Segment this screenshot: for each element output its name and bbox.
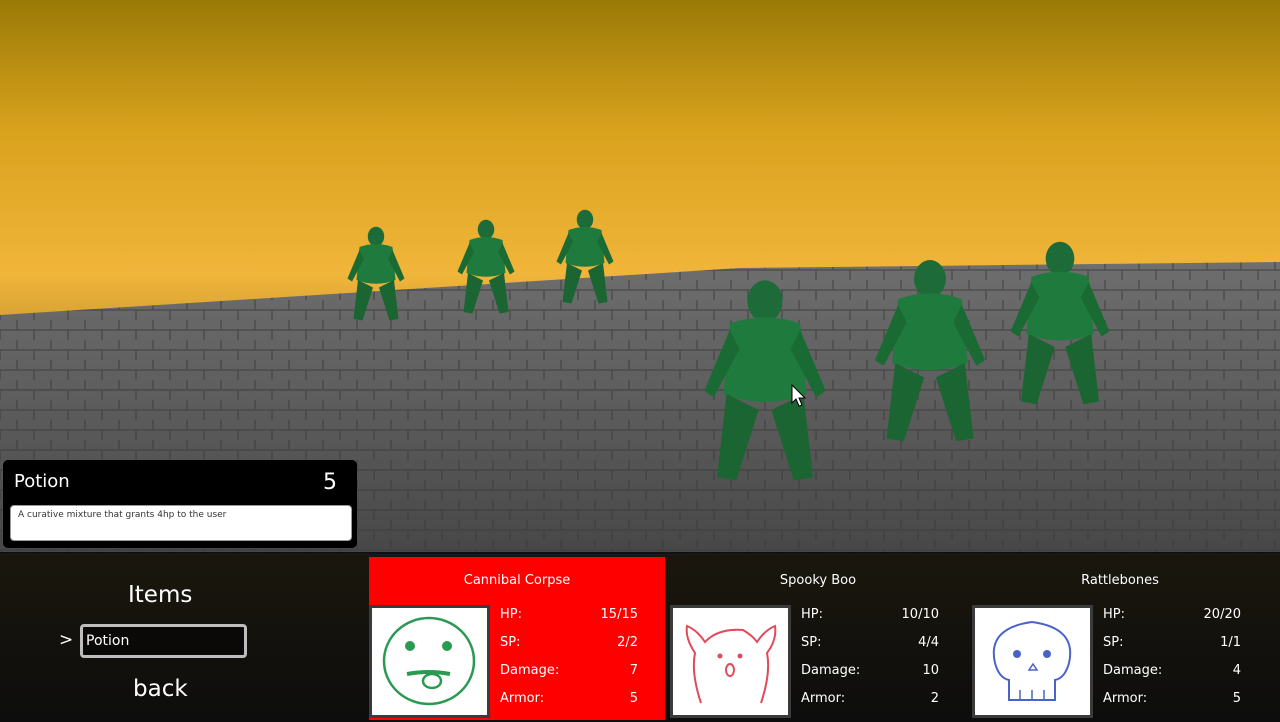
party-portrait [670, 605, 791, 718]
armor-label: Armor: [801, 691, 846, 706]
ghost-icon [685, 624, 777, 704]
item-quantity: 5 [323, 470, 337, 495]
skull-icon [992, 620, 1072, 701]
party-card-spooky-boo[interactable]: Spooky Boo HP: 10/10 SP: 4/4 Damage: 10 … [670, 557, 966, 720]
tongue-face-icon [382, 616, 476, 706]
party-portrait [972, 605, 1093, 718]
party-portrait [369, 605, 490, 718]
hp-label: HP: [801, 607, 823, 622]
sp-value: 4/4 [918, 635, 939, 650]
armor-value: 2 [930, 691, 939, 706]
party-member-name: Rattlebones [1081, 573, 1159, 588]
hp-value: 15/15 [600, 607, 638, 622]
back-button[interactable]: back [133, 676, 188, 702]
mouse-pointer-icon [791, 384, 807, 407]
party-member-name: Spooky Boo [779, 573, 857, 588]
damage-label: Damage: [1103, 663, 1163, 678]
sp-label: SP: [801, 635, 822, 650]
menu-item-potion[interactable]: Potion [80, 624, 247, 658]
hp-label: HP: [500, 607, 522, 622]
damage-value: 4 [1232, 663, 1241, 678]
sp-value: 1/1 [1220, 635, 1241, 650]
damage-value: 10 [922, 663, 939, 678]
damage-label: Damage: [500, 663, 560, 678]
item-description: A curative mixture that grants 4hp to th… [10, 505, 352, 541]
party-member-name: Cannibal Corpse [463, 573, 571, 588]
armor-label: Armor: [500, 691, 545, 706]
party-card-rattlebones[interactable]: Rattlebones HP: 20/20 SP: 1/1 Damage: 4 … [972, 557, 1268, 720]
menu-selection-cursor-icon: > [59, 630, 74, 650]
hp-value: 20/20 [1203, 607, 1241, 622]
sp-label: SP: [500, 635, 521, 650]
items-menu-title: Items [128, 582, 193, 608]
party-card-cannibal-corpse[interactable]: Cannibal Corpse HP: 15/15 SP: 2/2 Damage… [369, 557, 665, 720]
sp-label: SP: [1103, 635, 1124, 650]
item-name: Potion [14, 471, 70, 492]
hp-value: 10/10 [901, 607, 939, 622]
item-info-panel: Potion 5 A curative mixture that grants … [3, 460, 357, 548]
armor-value: 5 [1232, 691, 1241, 706]
hp-label: HP: [1103, 607, 1125, 622]
sp-value: 2/2 [617, 635, 638, 650]
armor-value: 5 [629, 691, 638, 706]
damage-value: 7 [629, 663, 638, 678]
armor-label: Armor: [1103, 691, 1148, 706]
damage-label: Damage: [801, 663, 861, 678]
